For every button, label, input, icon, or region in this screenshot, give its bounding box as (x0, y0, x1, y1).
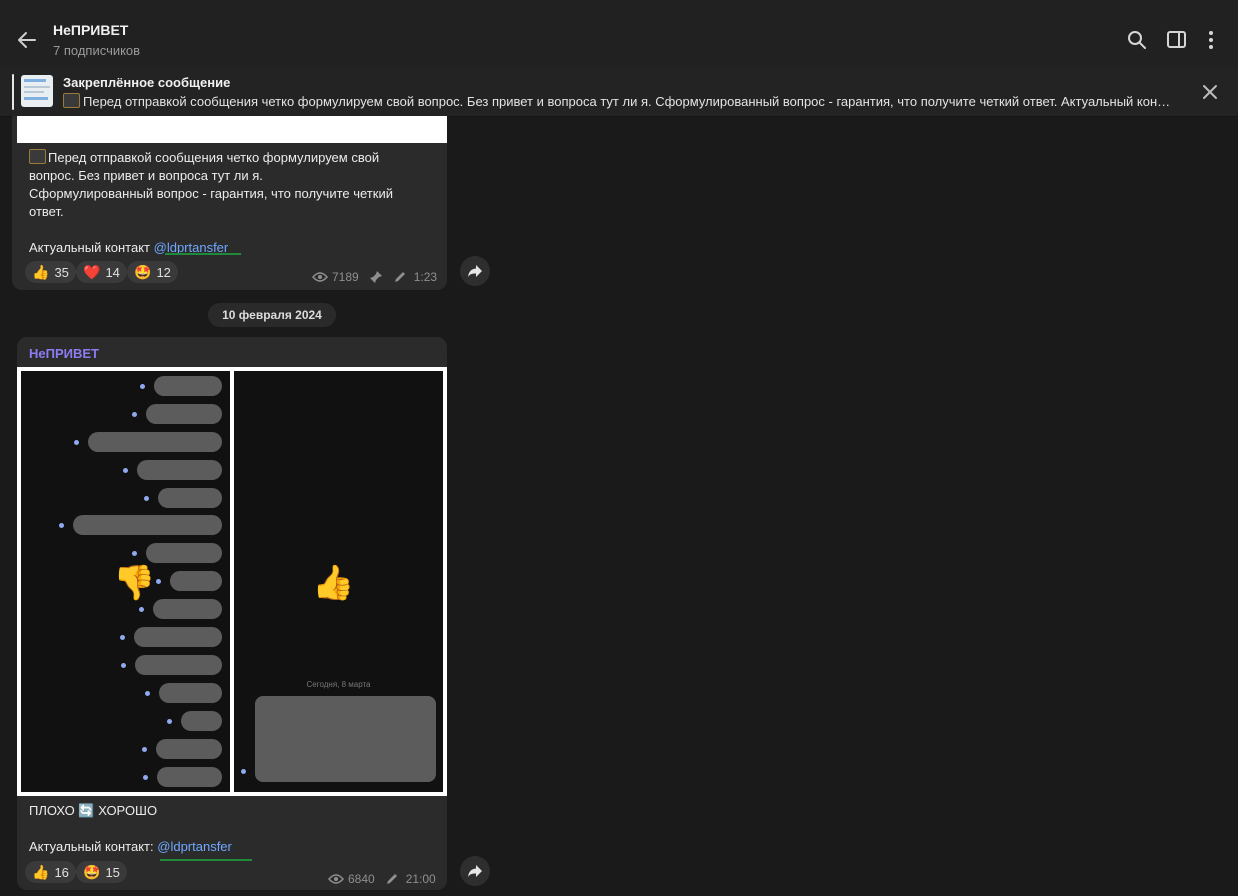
chat-header (0, 0, 1238, 68)
photo-panel-good: 👍 Сегодня, 8 марта (234, 371, 443, 792)
reaction-star-struck[interactable]: 🤩 15 (76, 861, 127, 883)
subscriber-count: 7 подписчиков (53, 43, 141, 58)
forward-button[interactable] (460, 856, 490, 886)
reaction-thumbs-up[interactable]: 👍 16 (25, 861, 76, 883)
date-divider: 10 февраля 2024 (208, 303, 336, 327)
link-underline (165, 253, 241, 255)
thumbs-down-emoji: 👎 (113, 564, 156, 602)
message-author[interactable]: НеПРИВЕТ (29, 346, 99, 361)
more-vertical-icon[interactable] (1199, 28, 1223, 52)
message-image-bottom (17, 116, 447, 143)
thumbs-up-emoji: 👍 (312, 564, 355, 602)
edit-icon (386, 874, 397, 884)
message-photo[interactable]: 👎 👍 Сегодня, 8 марта (17, 367, 447, 796)
photo-panel-bad: 👎 (21, 371, 230, 792)
reaction-thumbs-up[interactable]: 👍 35 (25, 261, 76, 283)
photo-date-label: Сегодня, 8 марта (306, 680, 371, 689)
link-underline (160, 859, 252, 861)
edit-icon (394, 272, 405, 282)
forward-icon (468, 865, 482, 877)
contact-link[interactable]: @ldprtansfer (157, 839, 232, 854)
pinned-thumbnail (21, 75, 53, 107)
eye-icon (328, 874, 344, 884)
forward-icon (468, 265, 482, 277)
reaction-heart[interactable]: ❤️ 14 (76, 261, 127, 283)
pin-badge-icon (29, 149, 46, 164)
repeat-emoji: 🔄 (78, 803, 95, 818)
pinned-text: Перед отправкой сообщения четко формулир… (63, 93, 1173, 109)
pin-badge-icon (63, 93, 80, 108)
message-text: Перед отправкой сообщения четко формулир… (29, 149, 393, 255)
eye-icon (312, 272, 328, 282)
reaction-star-struck[interactable]: 🤩 12 (127, 261, 178, 283)
search-icon[interactable] (1125, 28, 1149, 52)
back-arrow-icon[interactable] (14, 27, 40, 53)
message-meta: 7189 1:23 (312, 270, 437, 284)
forward-button[interactable] (460, 256, 490, 286)
photo-caption: ПЛОХО 🔄 ХОРОШО Актуальный контакт: @ldpr… (29, 803, 232, 854)
message-meta: 6840 21:00 (328, 872, 436, 886)
pinned-title: Закреплённое сообщение (63, 75, 231, 90)
sidebar-toggle-icon[interactable] (1165, 28, 1189, 52)
pinned-accent-line (12, 74, 14, 110)
close-icon[interactable] (1200, 82, 1220, 102)
pin-icon (369, 271, 382, 283)
channel-title[interactable]: НеПРИВЕТ (53, 22, 128, 38)
